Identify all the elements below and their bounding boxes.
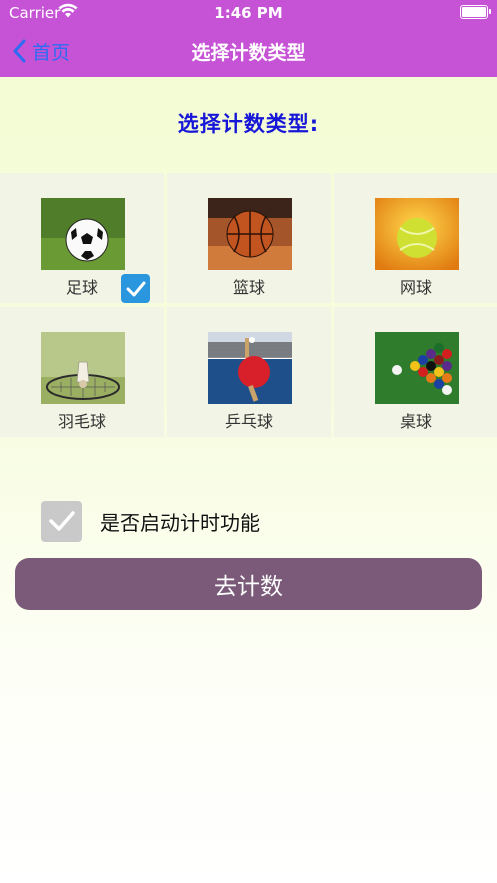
sport-cell-soccer[interactable]: 足球 — [0, 173, 164, 303]
nav-bar: 首页 选择计数类型 — [0, 26, 497, 77]
status-bar: Carrier 1:46 PM — [0, 0, 497, 26]
billiards-icon — [375, 332, 459, 404]
sport-label: 羽毛球 — [57, 412, 106, 431]
sport-cell-basketball[interactable]: 篮球 — [167, 173, 331, 303]
start-count-button[interactable]: 去计数 — [15, 558, 482, 610]
battery-icon — [460, 5, 491, 19]
header: Carrier 1:46 PM 首页 选择计数类型 — [0, 0, 497, 77]
page-title: 选择计数类型 — [191, 42, 306, 64]
sport-grid: 足球 篮球 网球 羽毛球 乒乓球 桌球 — [0, 173, 497, 437]
checkmark-icon[interactable] — [121, 274, 150, 303]
sport-cell-badminton[interactable]: 羽毛球 — [0, 307, 164, 437]
clock: 1:46 PM — [214, 4, 283, 22]
basketball-icon — [208, 198, 292, 270]
checkmark-icon — [48, 511, 75, 531]
timer-label: 是否启动计时功能 — [100, 510, 260, 535]
sport-cell-billiards[interactable]: 桌球 — [334, 307, 497, 437]
select-type-prompt: 选择计数类型: — [177, 112, 320, 136]
sport-label: 篮球 — [232, 278, 265, 297]
sport-label: 乒乓球 — [224, 412, 273, 431]
timer-option: 是否启动计时功能 — [41, 500, 260, 542]
tennis-ball-icon — [375, 198, 459, 270]
sport-cell-table-tennis[interactable]: 乒乓球 — [167, 307, 331, 437]
badminton-icon — [41, 332, 125, 404]
timer-checkbox[interactable] — [41, 500, 82, 542]
sport-label: 桌球 — [399, 412, 432, 431]
sport-cell-tennis[interactable]: 网球 — [334, 173, 497, 303]
soccer-ball-icon — [41, 198, 125, 270]
table-tennis-icon — [208, 332, 292, 404]
sport-label: 网球 — [399, 278, 432, 297]
